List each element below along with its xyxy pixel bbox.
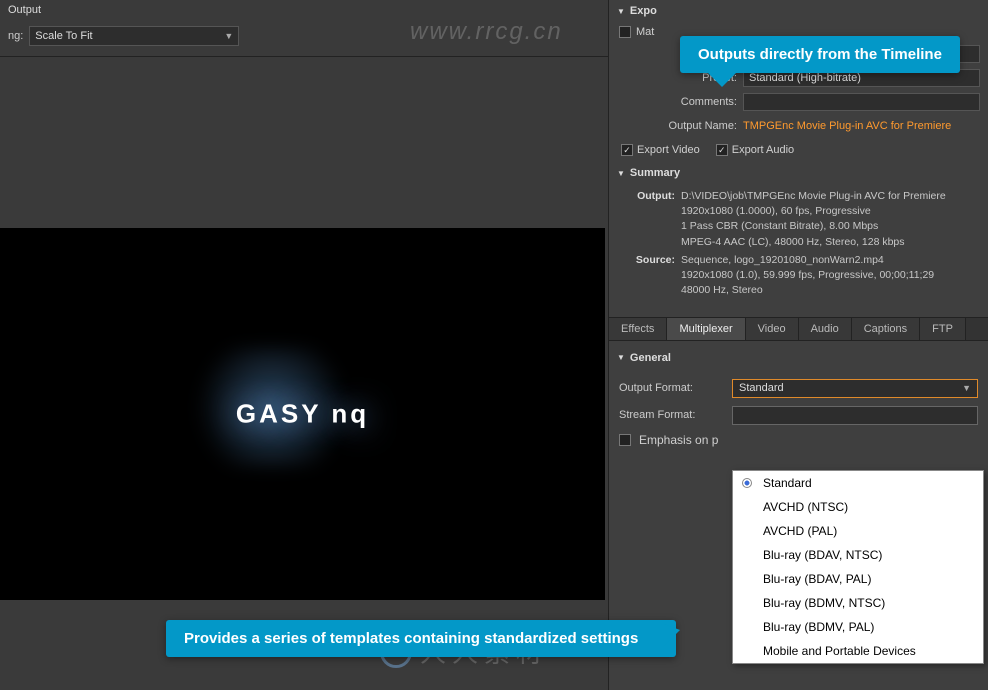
summary-output-label: Output:: [627, 189, 675, 250]
triangle-down-icon: ▼: [617, 7, 625, 16]
stream-format-dropdown[interactable]: [732, 406, 978, 425]
callout-templates: Provides a series of templates containin…: [166, 620, 676, 657]
scaling-label: ng:: [8, 30, 23, 42]
summary-source-label: Source:: [627, 253, 675, 299]
triangle-down-icon: ▼: [617, 353, 625, 362]
watermark-top: www.rrcg.cn: [410, 18, 563, 46]
comments-input[interactable]: [743, 93, 980, 111]
general-body: Output Format: Standard ▼ Stream Format:…: [609, 369, 988, 457]
tab-ftp[interactable]: FTP: [920, 318, 966, 340]
option-avchd-ntsc[interactable]: AVCHD (NTSC): [733, 495, 983, 519]
chevron-down-icon: ▼: [224, 31, 233, 41]
checkbox-icon: ✓: [716, 144, 728, 156]
export-header[interactable]: ▼ Expo: [609, 0, 988, 22]
settings-tabs: Effects Multiplexer Video Audio Captions…: [609, 317, 988, 341]
option-bluray-bdmv-pal[interactable]: Blu-ray (BDMV, PAL): [733, 615, 983, 639]
option-avchd-pal[interactable]: AVCHD (PAL): [733, 519, 983, 543]
output-format-dropdown[interactable]: Standard ▼: [732, 379, 978, 398]
option-bluray-bdav-ntsc[interactable]: Blu-ray (BDAV, NTSC): [733, 543, 983, 567]
match-checkbox[interactable]: [619, 26, 631, 38]
tab-effects[interactable]: Effects: [609, 318, 667, 340]
tab-audio[interactable]: Audio: [799, 318, 852, 340]
export-checks: ✓ Export Video ✓ Export Audio: [609, 138, 988, 162]
triangle-down-icon: ▼: [617, 169, 625, 178]
output-name-row: Output Name: TMPGEnc Movie Plug-in AVC f…: [609, 114, 988, 138]
output-name-label: Output Name:: [617, 120, 737, 132]
emphasis-row: Emphasis on p: [619, 429, 978, 451]
output-format-popup[interactable]: Standard AVCHD (NTSC) AVCHD (PAL) Blu-ra…: [732, 470, 984, 664]
general-header[interactable]: ▼ General: [609, 347, 988, 369]
output-name-link[interactable]: TMPGEnc Movie Plug-in AVC for Premiere: [743, 117, 980, 135]
scaling-value: Scale To Fit: [35, 30, 92, 42]
tab-captions[interactable]: Captions: [852, 318, 920, 340]
export-audio-check[interactable]: ✓ Export Audio: [716, 144, 794, 156]
callout-timeline: Outputs directly from the Timeline: [680, 36, 960, 73]
emphasis-checkbox[interactable]: [619, 434, 631, 446]
scaling-dropdown[interactable]: Scale To Fit ▼: [29, 26, 239, 46]
summary-block: Output: D:\VIDEO\job\TMPGEnc Movie Plug-…: [609, 184, 988, 307]
option-mobile[interactable]: Mobile and Portable Devices: [733, 639, 983, 663]
chevron-down-icon: ▼: [962, 383, 971, 393]
preview-area: GASY nq: [0, 228, 605, 600]
option-bluray-bdmv-ntsc[interactable]: Blu-ray (BDMV, NTSC): [733, 591, 983, 615]
left-panel: Output ng: Scale To Fit ▼ GASY nq: [0, 0, 608, 690]
stream-format-label: Stream Format:: [619, 409, 724, 421]
output-tab[interactable]: Output: [0, 0, 608, 20]
option-bluray-bdav-pal[interactable]: Blu-ray (BDAV, PAL): [733, 567, 983, 591]
comments-row: Comments:: [609, 90, 988, 114]
summary-header[interactable]: ▼ Summary: [609, 162, 988, 184]
stream-format-row: Stream Format:: [619, 402, 978, 429]
summary-output-text: D:\VIDEO\job\TMPGEnc Movie Plug-in AVC f…: [681, 189, 978, 250]
output-format-row: Output Format: Standard ▼: [619, 375, 978, 402]
option-standard[interactable]: Standard: [733, 471, 983, 495]
summary-source-text: Sequence, logo_19201080_nonWarn2.mp4 192…: [681, 253, 978, 299]
tab-video[interactable]: Video: [746, 318, 799, 340]
emphasis-label: Emphasis on p: [639, 433, 718, 447]
tab-multiplexer[interactable]: Multiplexer: [667, 318, 745, 340]
export-video-check[interactable]: ✓ Export Video: [621, 144, 700, 156]
preview-text: GASY nq: [236, 399, 369, 430]
match-label: Mat: [636, 26, 654, 38]
checkbox-icon: ✓: [621, 144, 633, 156]
output-format-label: Output Format:: [619, 382, 724, 394]
